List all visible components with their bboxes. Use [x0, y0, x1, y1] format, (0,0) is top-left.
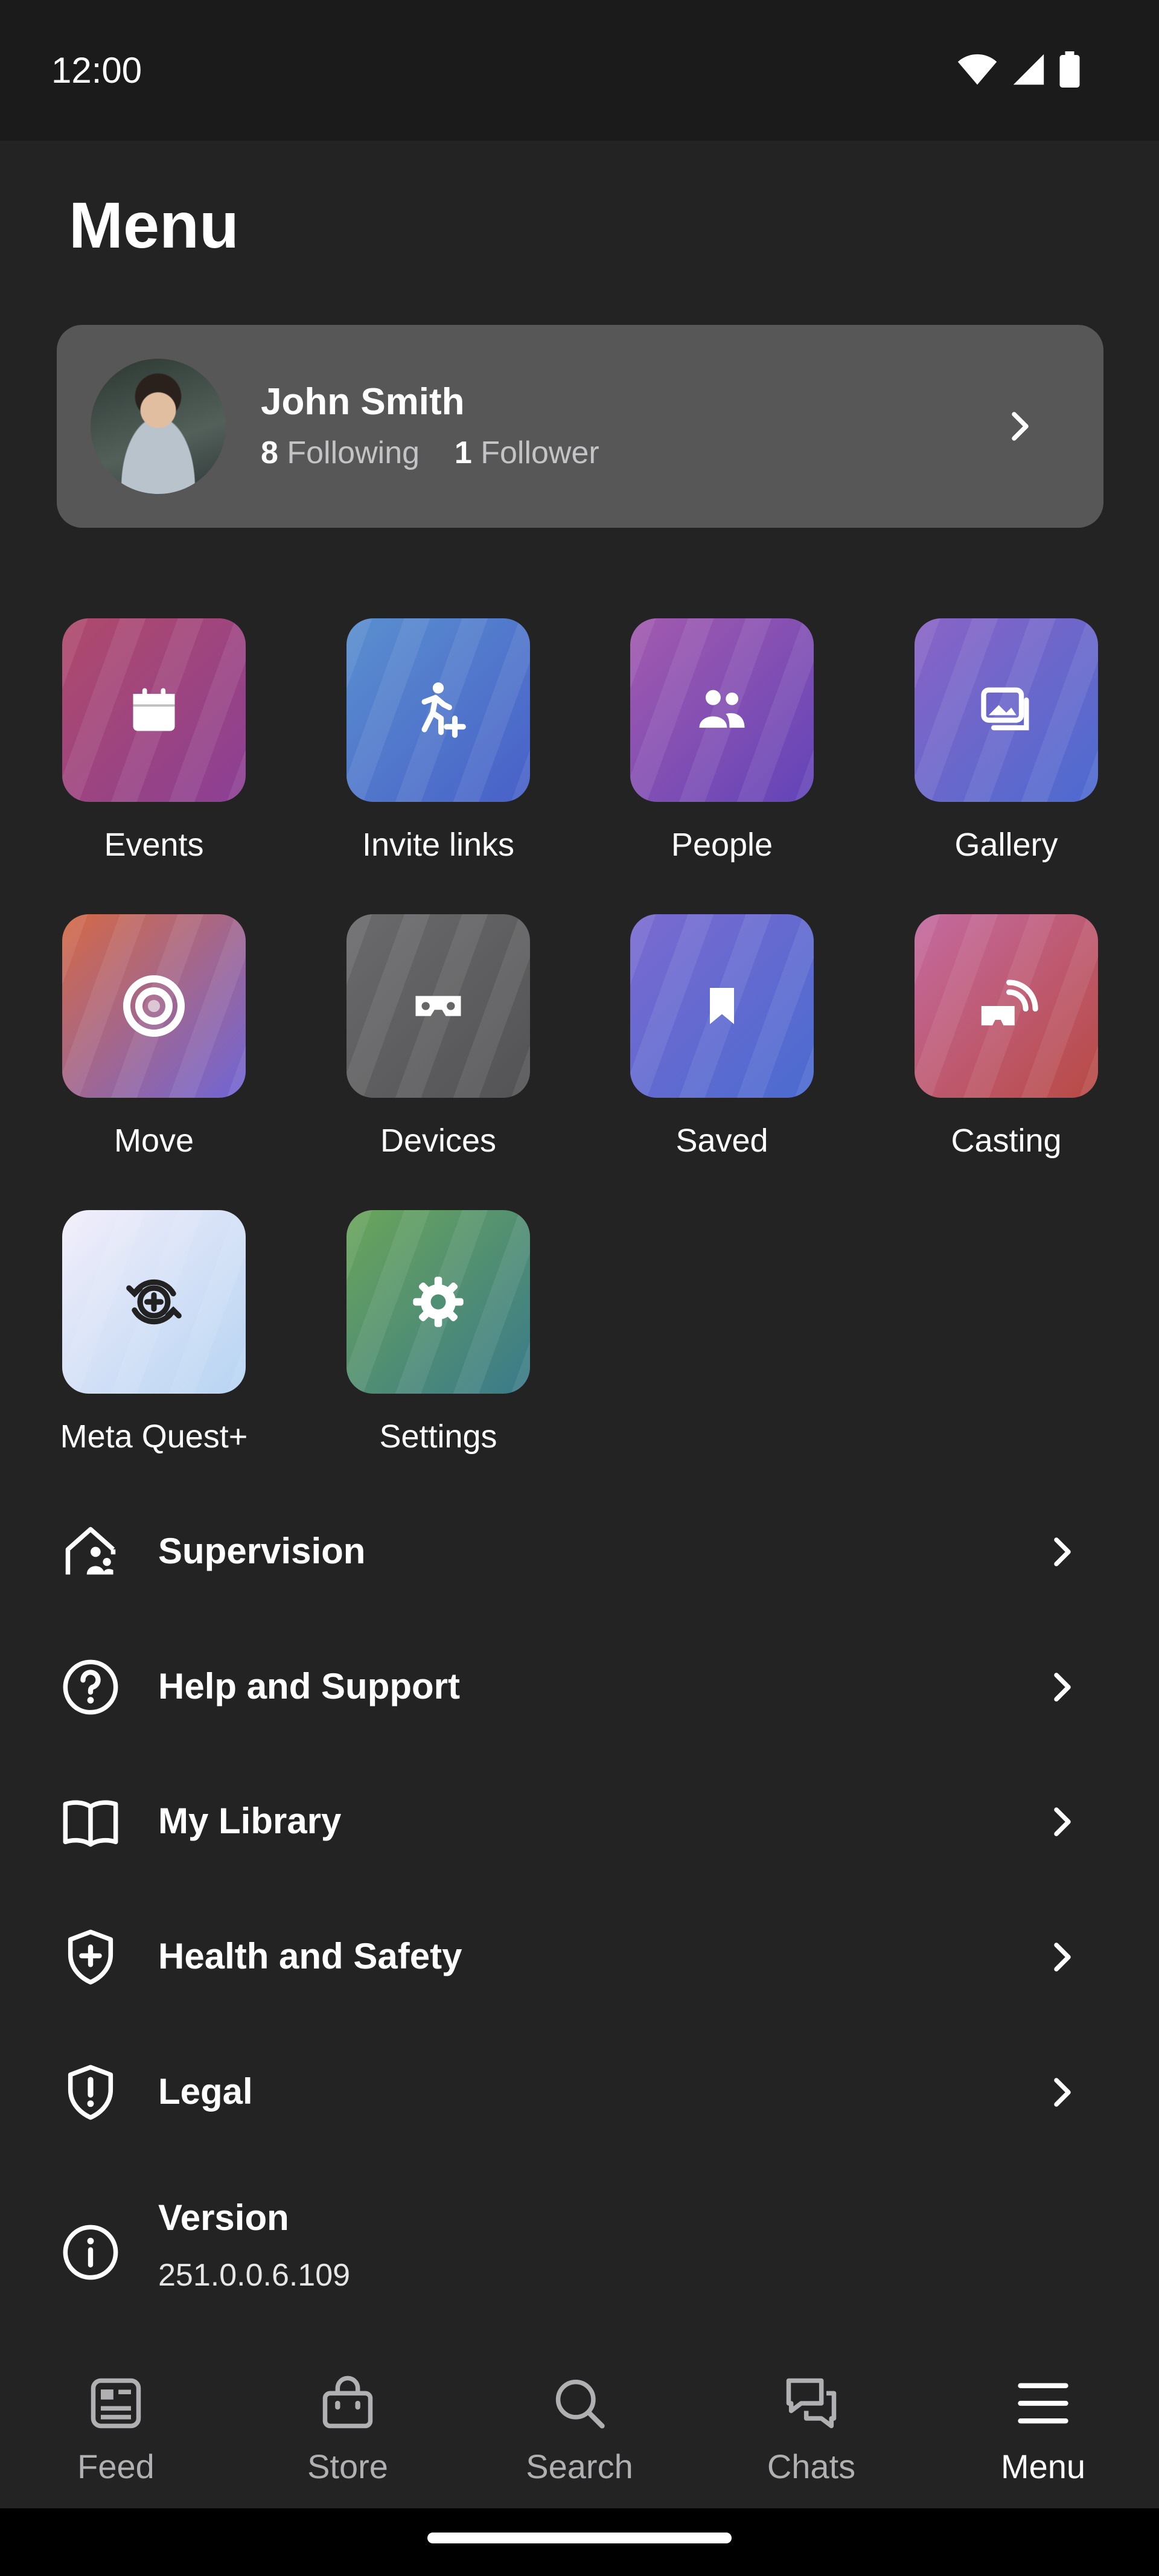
nav-store[interactable]: Store	[232, 2350, 464, 2508]
menu-icon	[1013, 2373, 1073, 2433]
cellular-signal-icon	[1013, 54, 1044, 85]
calendar-icon	[126, 682, 182, 738]
nav-feed[interactable]: Feed	[0, 2350, 232, 2508]
store-icon	[318, 2373, 378, 2433]
tile-label: Settings	[379, 1418, 497, 1455]
version-label: Version	[158, 2197, 289, 2238]
nav-label: Search	[526, 2447, 633, 2485]
tile-casting[interactable]	[915, 914, 1098, 1098]
home-gesture-handle[interactable]	[427, 2533, 732, 2543]
tile-people[interactable]	[630, 618, 814, 802]
shield-plus-icon	[60, 1927, 121, 1987]
list-item-supervision[interactable]: Supervision	[0, 1491, 1159, 1612]
cast-icon	[973, 973, 1039, 1039]
profile-card[interactable]: John Smith 8 Following 1 Follower	[57, 325, 1103, 528]
bottom-nav: Feed Store Search Chats Menu	[0, 2350, 1159, 2508]
chevron-right-icon	[1054, 1807, 1071, 1836]
list-item-health-and-safety[interactable]: Health and Safety	[0, 1897, 1159, 2017]
follower-label: Follower	[481, 435, 599, 470]
book-icon	[60, 1792, 121, 1852]
profile-stats: 8 Following 1 Follower	[261, 435, 599, 471]
list-item-label: My Library	[158, 1801, 342, 1841]
chats-icon	[781, 2373, 841, 2433]
person-add-icon	[405, 677, 471, 743]
avatar	[91, 359, 226, 494]
chevron-right-icon	[1054, 1943, 1071, 1972]
nav-search[interactable]: Search	[464, 2350, 695, 2508]
headset-icon	[408, 976, 468, 1036]
status-icons	[956, 51, 1081, 88]
following-count: 8	[261, 435, 278, 470]
list-item-label: Legal	[158, 2071, 253, 2112]
tile-label: Casting	[951, 1123, 1062, 1159]
tile-label: Events	[104, 827, 204, 863]
feed-icon	[86, 2373, 146, 2433]
chevron-right-icon	[1054, 2078, 1071, 2107]
info-icon	[63, 2225, 118, 2280]
list-item-help-and-support[interactable]: Help and Support	[0, 1627, 1159, 1748]
tile-label: Saved	[675, 1123, 768, 1159]
tile-label: Invite links	[362, 827, 515, 863]
tile-devices[interactable]	[346, 914, 530, 1098]
tile-saved[interactable]	[630, 914, 814, 1098]
people-icon	[692, 680, 752, 740]
list-item-label: Supervision	[158, 1531, 366, 1571]
search-icon	[549, 2373, 610, 2433]
tile-label: People	[671, 827, 773, 863]
list-item-legal[interactable]: Legal	[0, 2032, 1159, 2153]
battery-icon	[1059, 51, 1080, 88]
version-value: 251.0.0.6.109	[158, 2258, 351, 2293]
gesture-bar	[0, 2508, 1159, 2576]
profile-name: John Smith	[261, 381, 465, 423]
tile-label: Meta Quest+	[60, 1418, 248, 1455]
tile-meta-quest[interactable]	[62, 1210, 246, 1394]
list-item-my-library[interactable]: My Library	[0, 1761, 1159, 1882]
tile-gallery[interactable]	[915, 618, 1098, 802]
version-row: Version 251.0.0.6.109	[0, 2192, 1159, 2313]
move-ring-icon	[118, 970, 190, 1042]
tile-label: Move	[113, 1123, 194, 1159]
tile-invite-links[interactable]	[346, 618, 530, 802]
chevron-right-icon	[1012, 412, 1029, 441]
tile-label: Gallery	[954, 827, 1058, 863]
list-item-label: Health and Safety	[158, 1936, 462, 1976]
tile-move[interactable]	[62, 914, 246, 1098]
gear-icon	[408, 1272, 468, 1332]
tile-label: Devices	[380, 1123, 497, 1159]
nav-label: Chats	[767, 2447, 856, 2485]
nav-label: Feed	[77, 2447, 155, 2485]
page-title: Menu	[69, 188, 239, 261]
wifi-icon	[957, 54, 997, 85]
status-bar: 12:00	[0, 0, 1159, 141]
status-time: 12:00	[51, 50, 142, 91]
chevron-right-icon	[1054, 1673, 1071, 1702]
supervision-icon	[60, 1522, 121, 1582]
help-icon	[60, 1657, 121, 1717]
tile-settings[interactable]	[346, 1210, 530, 1394]
nav-label: Store	[307, 2447, 388, 2485]
quest-plus-icon	[121, 1269, 187, 1335]
shield-alert-icon	[60, 2062, 121, 2123]
following-label: Following	[287, 435, 420, 470]
nav-chats[interactable]: Chats	[695, 2350, 927, 2508]
nav-label: Menu	[1000, 2447, 1086, 2485]
follower-count: 1	[454, 435, 472, 470]
bookmark-icon	[698, 976, 746, 1036]
chevron-right-icon	[1054, 1537, 1071, 1566]
nav-menu[interactable]: Menu	[927, 2350, 1159, 2508]
list-item-label: Help and Support	[158, 1666, 460, 1706]
gallery-icon	[976, 680, 1036, 740]
tile-events[interactable]	[62, 618, 246, 802]
